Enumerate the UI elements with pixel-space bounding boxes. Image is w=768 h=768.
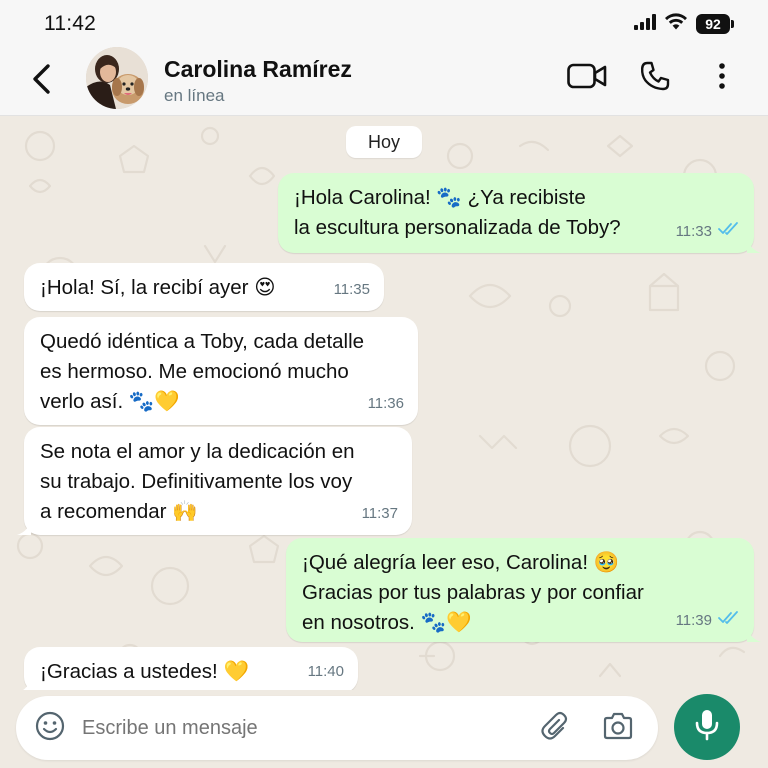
message-input[interactable] [82,706,512,750]
mic-icon [693,708,721,747]
call-button[interactable] [636,60,674,96]
emoji-button[interactable] [32,710,68,746]
status-bar: 11:42 92 [0,0,768,46]
message-bubble-outgoing[interactable]: ¡Hola Carolina! 🐾 ¿Ya recibiste la escul… [278,173,761,253]
message-meta: 11:37 [362,499,398,529]
message-text: ¡Hola! Sí, la recibí ayer 😍 [40,276,276,299]
chat-header: Carolina Ramírez en línea [0,46,768,116]
date-chip: Hoy [346,126,422,158]
message-text: ¡Hola Carolina! 🐾 ¿Ya recibiste la escul… [294,186,621,239]
camera-button[interactable] [600,710,636,746]
message-time: 11:39 [675,612,712,629]
message-meta: 11:36 [368,389,404,419]
message-bubble-incoming[interactable]: ¡Gracias a ustedes! 💛 11:40 [17,647,358,693]
message-time: 11:36 [367,395,404,412]
status-icons: 92 [634,13,734,35]
message-bubble-incoming[interactable]: Quedó idéntica a Toby, cada detalle es h… [24,317,418,425]
bubble-tail [747,626,761,642]
status-time: 11:42 [44,12,96,35]
message-bubble-outgoing[interactable]: ¡Qué alegría leer eso, Carolina! 🥹 Graci… [286,538,761,642]
video-call-icon [567,63,607,94]
more-options-button[interactable] [710,60,734,96]
attach-button[interactable] [536,710,572,746]
avatar[interactable] [86,47,148,109]
bubble-tail [17,519,31,535]
contact-name[interactable]: Carolina Ramírez [164,56,352,83]
read-receipt-icon [718,217,740,247]
message-meta: 11:33 [676,217,740,247]
bubble-tail [747,237,761,253]
back-arrow-icon [28,64,56,100]
message-meta: 11:35 [334,275,370,305]
message-bubble-incoming[interactable]: Se nota el amor y la dedicación en su tr… [17,427,412,535]
voice-message-button[interactable] [674,694,740,760]
camera-icon [602,712,634,745]
message-meta: 11:40 [308,657,344,687]
message-time: 11:37 [361,505,398,522]
message-text: Se nota el amor y la dedicación en su tr… [40,440,355,523]
chat-area[interactable]: Hoy ¡Hola Carolina! 🐾 ¿Ya recibiste la e… [0,116,768,696]
signal-icon [634,13,656,35]
message-text: ¡Qué alegría leer eso, Carolina! 🥹 Graci… [302,551,644,634]
message-time: 11:33 [675,223,712,240]
message-time: 11:40 [307,663,344,680]
battery-icon: 92 [696,14,734,34]
message-text: ¡Gracias a ustedes! 💛 [40,660,249,683]
input-bar [0,690,768,768]
message-time: 11:35 [333,281,370,298]
message-bubble-incoming[interactable]: ¡Hola! Sí, la recibí ayer 😍 11:35 [24,263,384,311]
message-meta: 11:39 [676,606,740,636]
emoji-icon [35,711,65,746]
message-composer [16,696,658,760]
read-receipt-icon [718,606,740,636]
contact-status: en línea [164,86,225,105]
wifi-icon [665,13,687,35]
video-call-button[interactable] [566,60,608,96]
attach-icon [539,711,569,746]
more-vert-icon [718,62,726,95]
phone-icon [639,60,671,97]
message-text: Quedó idéntica a Toby, cada detalle es h… [40,330,365,413]
back-button[interactable] [28,62,56,96]
